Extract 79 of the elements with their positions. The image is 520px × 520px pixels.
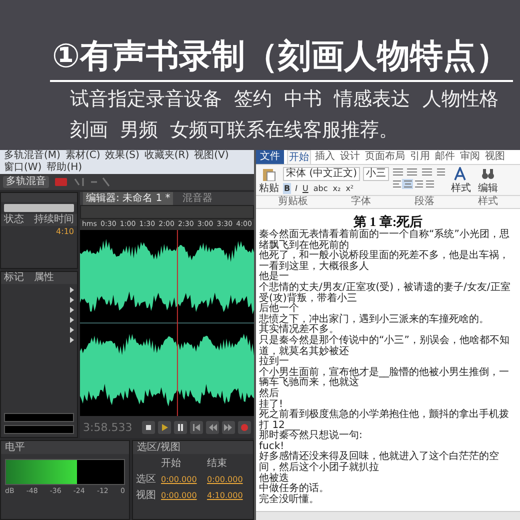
group-label: 段落 — [414, 196, 435, 208]
menu-item[interactable]: 素材(C) — [65, 150, 100, 162]
search-field[interactable] — [4, 204, 74, 212]
time-value: 0:00.000 — [207, 474, 244, 484]
format-button[interactable]: x² — [344, 183, 355, 194]
paragraph: 挂了! — [259, 400, 284, 410]
subtitle-line: 试音指定录音设备 签约 中书 情感表达 人物性格 — [70, 87, 500, 112]
paragraph: 只是秦今然是那个传说中的“小三”，别误会，他啥都不知道，就莫名其妙被还 — [259, 336, 510, 357]
paragraph: fuck! — [259, 442, 284, 452]
meter-bar — [4, 425, 74, 434]
paragraph: 拉到一 — [259, 357, 290, 368]
group-label: 字体 — [351, 196, 372, 208]
paragraph: 秦今然面无表情看着前面的一一个自称“系统”小光团，思绪飘飞到在他死前的 — [259, 230, 510, 251]
title: ①有声书录制（刻画人物特点） — [50, 36, 513, 82]
ribbon-tab[interactable]: 页面布局 — [364, 150, 406, 164]
paragraph: 死之前看到极度焦急的小学弟抱住他，颤抖的拿出手机拨打 12___ — [259, 410, 510, 431]
time-value: 0:00.000 — [161, 490, 198, 500]
panel-title: 选区/视图 — [133, 441, 254, 454]
paragraph: 他被迭 — [259, 474, 290, 484]
styles-icon[interactable] — [454, 167, 468, 181]
paragraph: 其实情况差不多。 — [259, 325, 340, 336]
paragraph: 个悲情的丈夫/男友/正室攻(受)，被请遗的妻子/女友/正室受(攻)背叛，带着小三 — [259, 282, 512, 304]
menu-item[interactable]: 视图(V) — [194, 150, 229, 162]
subtitle-line: 刻画 男频 女频可联系在线客服推荐。 — [70, 118, 400, 143]
format-button[interactable]: U — [301, 183, 310, 194]
clipboard-icon[interactable] — [262, 167, 276, 181]
paragraph: 后他一个 — [259, 304, 300, 314]
font-size-field[interactable]: 小三 — [363, 167, 389, 181]
paragraph: 然后 — [259, 388, 280, 399]
binoculars-icon[interactable] — [481, 167, 495, 181]
menu-item[interactable]: 帮助(H) — [46, 162, 82, 174]
ribbon-tab[interactable]: 开始 — [287, 150, 312, 164]
duration-text: 4:10 — [55, 226, 75, 238]
paragraph: 好多感情还没来得及回味，他就进入了这个白茫茫的空间，然后这个小团子就扒拉 — [259, 452, 500, 474]
row-label: 选区 — [136, 472, 157, 486]
group-label: 样式 — [478, 196, 498, 208]
row-label: 视图 — [136, 488, 157, 502]
paragraph: 他是一 — [259, 272, 290, 282]
time-display: 3:58.533 — [83, 420, 132, 434]
editor-tab[interactable]: 混音器 — [179, 192, 216, 205]
column-header: 持续时间 — [34, 214, 74, 226]
menu-item[interactable]: 窗口(W) — [4, 162, 42, 174]
ribbon-tab[interactable]: 引用 — [409, 150, 432, 164]
time-value: 0:00.000 — [161, 474, 198, 484]
ribbon-tab[interactable]: 视图 — [484, 150, 506, 164]
format-button[interactable]: B — [283, 183, 292, 194]
ribbon-tab[interactable]: 设计 — [339, 150, 362, 164]
paragraph: 完全没听懂。 — [259, 494, 320, 506]
format-button[interactable]: x₂ — [332, 183, 342, 194]
column-header: 结束 — [207, 456, 228, 470]
paste-button[interactable]: 粘贴 — [259, 181, 280, 195]
menu-item[interactable]: 收藏夹(R) — [144, 150, 190, 162]
paragraph: 中做任务的话。 — [259, 484, 330, 494]
column-header: 状态 — [4, 214, 24, 226]
paragraph: 个小男生面前，宣布他才是__脸懵的他被小男生推倒，一辆车飞驰而来，他就这 — [259, 368, 510, 388]
ribbon-tab[interactable]: 审阅 — [459, 150, 482, 164]
column-header: 开始 — [161, 457, 182, 470]
menu-item[interactable]: 效果(S) — [105, 150, 140, 162]
time-value: 4:10.000 — [207, 490, 244, 500]
paragraph: 那时秦今然只想说一句: — [259, 431, 364, 442]
ribbon-tab[interactable]: 插入 — [314, 150, 336, 164]
paragraph: 他死了，和一般小说桥段里面的死差不多，他是出车祸，一看到这里，大概很多人 — [259, 251, 510, 272]
font-name-field[interactable]: 宋体 (中文正文) — [283, 167, 360, 181]
group-label: 剪贴板 — [278, 196, 308, 208]
styles-button[interactable]: 样式 — [451, 181, 471, 195]
paragraph: 悲愤之下，冲出家门，遇到小三派来的车撞死啥的。 — [259, 314, 490, 325]
editing-button[interactable]: 编辑 — [478, 181, 498, 195]
multitrack-button[interactable]: 多轨混音 — [3, 176, 49, 188]
chapter-title: 第 1 章:死后 — [352, 213, 424, 229]
meter-bar — [4, 413, 74, 422]
panel-title: 电平 — [1, 441, 129, 454]
panel-tab[interactable]: 属性 — [34, 272, 54, 284]
file-tab[interactable]: 文件 — [256, 150, 284, 164]
ribbon-tab[interactable]: 邮件 — [434, 150, 456, 164]
editor-tab[interactable]: 编辑器: 未命名 1 * — [83, 192, 174, 205]
format-button[interactable]: abc — [312, 183, 329, 194]
format-button[interactable]: I — [294, 183, 298, 194]
panel-tab[interactable]: 标记 — [4, 272, 24, 284]
horizontal-scrollbar[interactable] — [256, 511, 520, 520]
